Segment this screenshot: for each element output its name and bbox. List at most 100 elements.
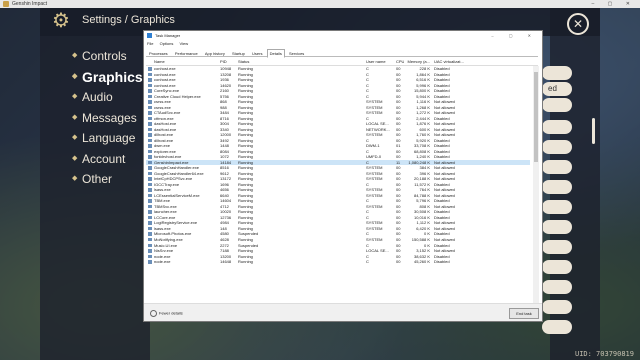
settings-scrollbar[interactable] — [592, 118, 595, 144]
menu-item-graphics[interactable]: ◆ Graphics — [72, 67, 143, 87]
column-header-uac[interactable]: UAC virtualizat... — [434, 59, 474, 64]
column-header-cpu[interactable]: CPU — [396, 59, 404, 64]
column-header-pid[interactable]: PID — [220, 59, 238, 64]
process-pid: 14648 — [220, 259, 232, 265]
setting-dropdown[interactable] — [542, 140, 572, 154]
table-scrollbar[interactable] — [533, 66, 539, 320]
table-header: Name PID Status User name CPU Memory (a.… — [146, 59, 538, 66]
page-title: Settings / Graphics — [82, 14, 175, 26]
process-icon — [148, 237, 152, 242]
setting-dropdown[interactable] — [542, 320, 572, 334]
process-icon — [148, 199, 152, 203]
process-icon — [148, 166, 152, 170]
process-icon — [148, 89, 152, 93]
diamond-icon: ◆ — [72, 134, 78, 141]
column-header-memory[interactable]: Memory (a... — [404, 59, 430, 64]
setting-dropdown[interactable] — [542, 120, 572, 134]
process-icon — [148, 78, 152, 82]
menu-options[interactable]: Options — [160, 41, 174, 46]
process-icon — [148, 210, 152, 214]
column-header-user[interactable]: User name — [366, 59, 394, 64]
process-cpu: 00 — [396, 259, 401, 265]
task-manager-title: Task Manager — [155, 33, 181, 38]
menu-item-label: Language — [82, 131, 136, 145]
tab-details[interactable]: Details — [266, 49, 285, 58]
process-icon — [148, 232, 152, 236]
task-manager-tabs: Processes Performance App history Startu… — [146, 49, 538, 58]
process-icon — [148, 243, 152, 247]
tab-app-history[interactable]: App history — [202, 49, 228, 58]
menu-file[interactable]: File — [147, 41, 153, 46]
setting-dropdown[interactable] — [542, 260, 572, 274]
diamond-icon: ◆ — [72, 175, 78, 182]
menu-item-label: Messages — [82, 110, 137, 125]
menu-view[interactable]: View — [180, 41, 189, 46]
menu-item-account[interactable]: ◆ Account — [72, 149, 143, 169]
tab-startup[interactable]: Startup — [229, 49, 248, 58]
menu-item-controls[interactable]: ◆ Controls — [72, 46, 143, 66]
task-manager-titlebar: Task Manager – ▢ ✕ — [144, 31, 542, 40]
process-table: conhost.exe 10948 Running C 00 228 K Disabled c… — [146, 66, 530, 320]
tab-users[interactable]: Users — [249, 49, 265, 58]
process-user: C — [366, 259, 369, 265]
process-icon — [148, 182, 152, 187]
window-controls[interactable]: – ▢ ✕ — [491, 31, 538, 40]
task-manager-footer: Fewer details End task — [144, 303, 542, 321]
process-icon — [148, 226, 152, 231]
process-icon — [148, 67, 152, 71]
setting-dropdown[interactable] — [542, 280, 572, 294]
menu-item-audio[interactable]: ◆ Audio — [72, 87, 143, 107]
end-task-button[interactable]: End task — [509, 308, 539, 319]
process-icon — [148, 177, 152, 181]
setting-dropdown[interactable] — [542, 220, 572, 234]
tab-processes[interactable]: Processes — [146, 49, 171, 58]
process-icon — [148, 193, 152, 198]
menu-item-language[interactable]: ◆ Language — [72, 128, 143, 148]
outer-window-title: Genshin Impact — [12, 1, 48, 7]
process-uac: Disabled — [434, 259, 450, 265]
close-button[interactable]: ✕ — [567, 13, 589, 35]
diamond-icon: ◆ — [72, 113, 78, 121]
process-icon — [148, 260, 152, 264]
process-icon — [148, 138, 152, 143]
process-icon — [148, 144, 152, 148]
fewer-details-label: Fewer details — [159, 310, 183, 316]
setting-dropdown[interactable] — [542, 200, 572, 214]
settings-menu: ◆ Controls ◆ Graphics ◆ Audio ◆ Messages… — [72, 46, 143, 190]
process-icon — [148, 127, 152, 132]
scrollbar-thumb[interactable] — [534, 72, 538, 162]
tab-performance[interactable]: Performance — [172, 49, 201, 58]
column-header-status[interactable]: Status — [238, 59, 266, 64]
process-name: node.exe — [154, 259, 171, 265]
menu-item-other[interactable]: ◆ Other — [72, 169, 143, 189]
process-icon — [148, 133, 152, 137]
setting-dropdown[interactable]: ed — [542, 82, 572, 96]
process-icon — [148, 83, 152, 88]
setting-dropdown[interactable] — [542, 98, 572, 112]
diamond-icon: ◆ — [72, 72, 78, 80]
menu-item-messages[interactable]: ◆ Messages — [72, 108, 143, 128]
setting-dropdown[interactable] — [542, 300, 572, 314]
menu-item-label: Other — [82, 172, 113, 186]
process-icon — [148, 122, 152, 126]
chevron-up-icon — [150, 310, 157, 317]
column-header-name[interactable]: Name — [154, 59, 224, 64]
process-icon — [148, 204, 152, 209]
menu-item-label: Account — [82, 151, 126, 166]
app-icon — [3, 1, 9, 7]
process-icon — [148, 215, 152, 220]
task-manager-icon — [147, 33, 152, 38]
diamond-icon: ◆ — [72, 93, 78, 100]
setting-dropdown[interactable] — [542, 160, 572, 174]
tab-services[interactable]: Services — [286, 49, 307, 58]
process-icon — [148, 249, 152, 253]
process-icon — [148, 149, 152, 154]
setting-dropdown[interactable] — [542, 240, 572, 254]
fewer-details-link[interactable]: Fewer details — [150, 310, 183, 317]
task-manager-window: Task Manager – ▢ ✕ File Options View Pro… — [143, 30, 543, 322]
window-controls[interactable]: – ▢ ✕ — [592, 0, 636, 8]
process-status: Running — [238, 259, 253, 265]
setting-dropdown[interactable] — [542, 66, 572, 80]
table-row[interactable]: node.exe 14648 Running C 00 45,260 K Disabled — [146, 259, 530, 265]
setting-dropdown[interactable] — [542, 180, 572, 194]
